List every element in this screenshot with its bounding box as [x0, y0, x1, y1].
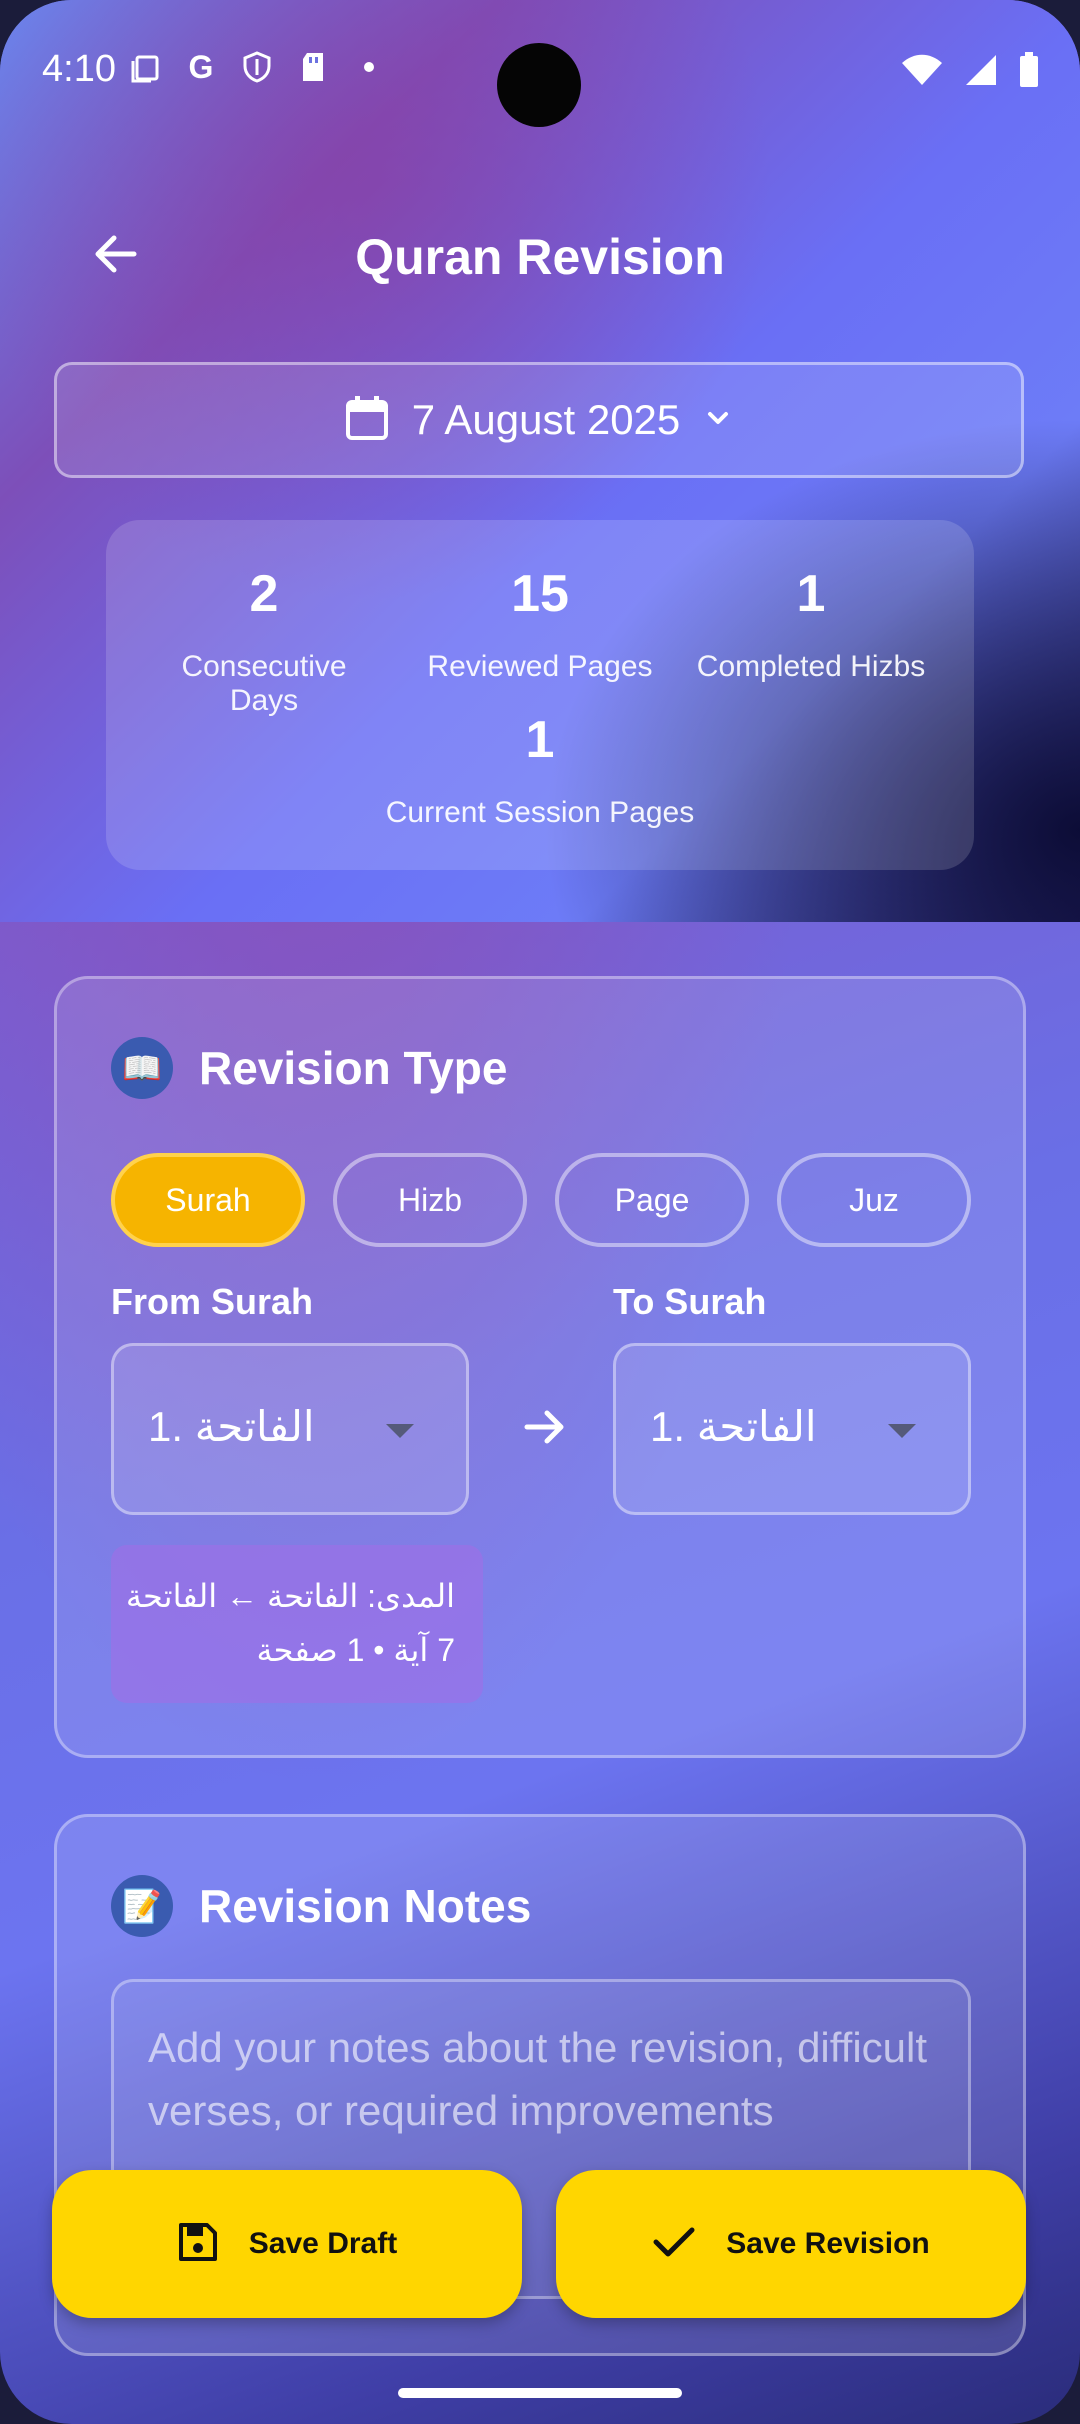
notification-dot-icon: [352, 50, 386, 84]
stat-label: Completed Hizbs: [696, 650, 926, 683]
stat-value: 1: [796, 565, 826, 623]
battery-icon: [1018, 52, 1040, 93]
revision-type-card: 📖 Revision Type Surah Hizb Page Juz From…: [54, 976, 1026, 1758]
checkmark-icon: [652, 2224, 696, 2265]
to-surah-label: To Surah: [613, 1281, 767, 1322]
book-icon: 📖: [111, 1037, 173, 1099]
save-revision-button[interactable]: Save Revision: [556, 2170, 1026, 2318]
signal-icon: [964, 53, 998, 92]
home-indicator[interactable]: [398, 2388, 682, 2398]
stat-current-session-pages: 1 Current Session Pages: [340, 710, 740, 830]
stat-label: Reviewed Pages: [427, 650, 653, 683]
revision-notes-header: 📝 Revision Notes: [111, 1875, 531, 1937]
stat-value: 2: [249, 565, 279, 623]
revision-type-header: 📖 Revision Type: [111, 1037, 507, 1099]
save-draft-button[interactable]: Save Draft: [52, 2170, 522, 2318]
range-description: المدى: الفاتحة ← الفاتحة: [125, 1578, 455, 1614]
type-chip-hizb[interactable]: Hizb: [333, 1153, 527, 1247]
date-selector-button[interactable]: 7 August 2025: [54, 362, 1024, 478]
from-surah-dropdown[interactable]: 1. الفاتحة: [111, 1343, 469, 1515]
save-revision-label: Save Revision: [726, 2227, 930, 2260]
sd-card-icon: [296, 50, 330, 84]
front-camera: [497, 43, 581, 127]
type-chip-page[interactable]: Page: [555, 1153, 749, 1247]
app-screen: 4:10 G Quran Revision 7 August 2025 2 Co…: [0, 0, 1080, 2424]
calendar-icon: [344, 394, 390, 447]
from-surah-value: 1. الفاتحة: [148, 1403, 315, 1450]
memo-icon: 📝: [111, 1875, 173, 1937]
type-chip-surah[interactable]: Surah: [111, 1153, 305, 1247]
card-title: Revision Notes: [199, 1880, 532, 1932]
type-chip-juz[interactable]: Juz: [777, 1153, 971, 1247]
range-details: 7 آية • 1 صفحة: [256, 1632, 455, 1668]
range-summary: المدى: الفاتحة ← الفاتحة 7 آية • 1 صفحة: [111, 1545, 483, 1703]
chevron-down-icon: [702, 402, 734, 439]
notification-icons: G: [128, 48, 386, 85]
card-title: Revision Type: [199, 1042, 508, 1094]
stats-card: 2 Consecutive Days 15 Reviewed Pages 1 C…: [106, 520, 974, 870]
screenshot-icon: [128, 50, 162, 84]
to-surah-dropdown[interactable]: 1. الفاتحة: [613, 1343, 971, 1515]
stat-consecutive-days: 2 Consecutive Days: [144, 564, 384, 718]
notes-placeholder: Add your notes about the revision, diffi…: [148, 2024, 928, 2134]
floppy-disk-icon: [177, 2221, 219, 2268]
to-surah-value: 1. الفاتحة: [650, 1403, 817, 1450]
save-draft-label: Save Draft: [248, 2227, 398, 2260]
stat-completed-hizbs: 1 Completed Hizbs: [676, 564, 946, 684]
arrow-right-icon: [517, 1399, 573, 1455]
stat-label: Consecutive Days: [181, 650, 347, 717]
stat-value: 1: [525, 711, 555, 769]
status-bar: 4:10 G: [0, 0, 1080, 140]
dropdown-caret-icon: [888, 1424, 916, 1438]
shield-icon: [240, 50, 274, 84]
page-title: Quran Revision: [355, 229, 725, 285]
selected-date: 7 August 2025: [411, 396, 681, 443]
status-time: 4:10: [42, 48, 116, 90]
stat-label: Current Session Pages: [385, 796, 695, 829]
stat-value: 15: [511, 565, 569, 623]
system-icons: [900, 52, 1040, 93]
top-app-bar: Quran Revision: [0, 200, 1080, 310]
wifi-icon: [900, 53, 944, 92]
stat-reviewed-pages: 15 Reviewed Pages: [410, 564, 670, 684]
google-icon: G: [188, 48, 214, 85]
dropdown-caret-icon: [386, 1424, 414, 1438]
from-surah-label: From Surah: [111, 1281, 314, 1322]
